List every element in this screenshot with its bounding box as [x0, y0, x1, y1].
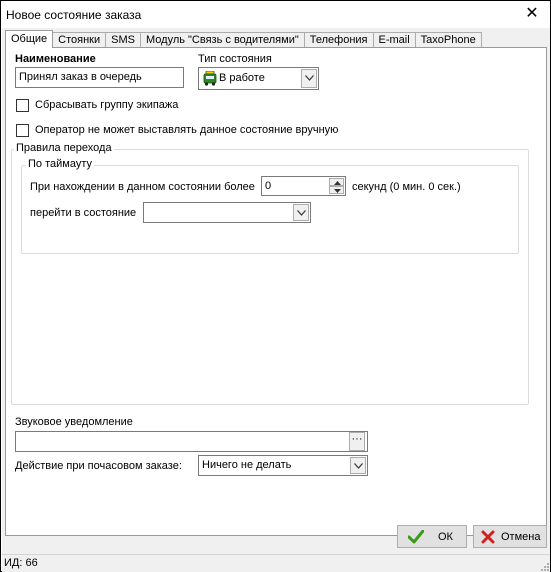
ok-button[interactable]: ОК [397, 525, 467, 548]
tab-taxophone[interactable]: TaxoPhone [414, 32, 482, 48]
operator-cannot-set-label: Оператор не может выставлять данное сост… [35, 124, 339, 136]
tab-page-general: Наименование Принял заказ в очередь Тип … [5, 47, 547, 536]
seconds-suffix: секунд (0 мин. 0 сек.) [352, 181, 461, 193]
state-type-value: В работе [219, 72, 265, 84]
chevron-down-icon[interactable] [293, 204, 309, 221]
browse-button[interactable]: ··· [349, 432, 365, 451]
tab-email[interactable]: E-mail [372, 32, 416, 48]
chevron-down-icon[interactable] [301, 69, 317, 88]
ok-label: ОК [438, 531, 453, 543]
seconds-value: 0 [265, 180, 272, 192]
sound-file-field[interactable] [15, 431, 368, 452]
state-type-select[interactable]: В работе [198, 67, 319, 90]
operator-cannot-set-checkbox[interactable] [16, 124, 29, 137]
cancel-button[interactable]: Отмена [473, 525, 547, 548]
timeout-group-title: По таймауту [26, 158, 94, 170]
hourly-order-select[interactable]: Ничего не делать [198, 455, 368, 476]
dialog-window: Новое состояние заказа ✕ Общие Стоянки S… [0, 0, 551, 572]
hourly-order-label: Действие при почасовом заказе: [15, 460, 182, 472]
go-to-state-label: перейти в состояние [30, 207, 137, 219]
transition-rules-title: Правила перехода [14, 142, 114, 154]
close-icon[interactable]: ✕ [522, 4, 542, 24]
state-type-label: Тип состояния [198, 53, 272, 65]
hourly-order-value: Ничего не делать [202, 459, 292, 471]
tab-driver-module[interactable]: Модуль "Связь с водителями" [139, 32, 305, 48]
window-title: Новое состояние заказа [6, 8, 142, 22]
reset-crew-group-checkbox[interactable] [16, 99, 29, 112]
taxi-car-icon [203, 70, 217, 86]
when-in-state-label: При нахождении в данном состоянии более [30, 181, 255, 193]
go-to-state-select[interactable] [143, 202, 311, 223]
cancel-label: Отмена [501, 531, 541, 543]
reset-crew-group-label: Сбрасывать группу экипажа [35, 99, 179, 111]
title-bar[interactable]: Новое состояние заказа ✕ [2, 2, 550, 28]
tab-strip: Общие Стоянки SMS Модуль "Связь с водите… [5, 30, 482, 48]
tab-parking[interactable]: Стоянки [52, 32, 107, 48]
seconds-stepper[interactable]: 0 [261, 176, 346, 196]
arrow-down-icon[interactable] [329, 186, 344, 194]
sound-notification-label: Звуковое уведомление [15, 416, 133, 428]
tab-sms[interactable]: SMS [105, 32, 141, 48]
checkmark-icon [408, 530, 424, 544]
name-field[interactable]: Принял заказ в очередь [15, 67, 184, 88]
name-label: Наименование [15, 53, 96, 65]
stepper-buttons [329, 178, 344, 194]
dialog-client: Общие Стоянки SMS Модуль "Связь с водите… [2, 28, 550, 572]
record-id: ИД: 66 [4, 557, 38, 569]
chevron-down-icon[interactable] [350, 457, 366, 474]
resize-grip-icon[interactable] [540, 562, 550, 572]
tab-telephony[interactable]: Телефония [303, 32, 374, 48]
status-bar: ИД: 66 [2, 554, 550, 572]
tab-general[interactable]: Общие [5, 30, 54, 48]
arrow-up-icon[interactable] [329, 178, 344, 186]
cancel-x-icon [481, 530, 495, 544]
